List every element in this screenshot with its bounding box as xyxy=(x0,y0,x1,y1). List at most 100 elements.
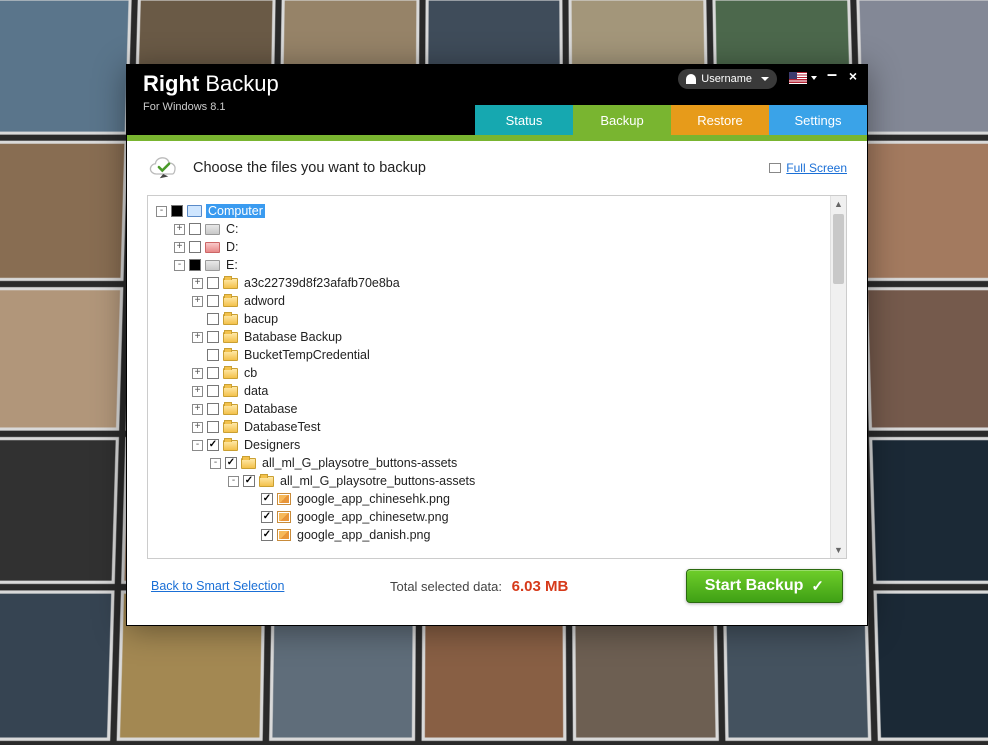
image-file-icon xyxy=(277,529,291,541)
expand-icon[interactable]: + xyxy=(192,278,203,289)
minimize-button[interactable]: – xyxy=(827,64,837,85)
chevron-down-icon xyxy=(811,76,817,80)
checkbox[interactable] xyxy=(189,259,201,271)
folder-icon xyxy=(223,296,238,307)
drive-icon xyxy=(205,242,220,253)
tree-node[interactable]: google_app_chinesetw.png xyxy=(156,508,830,526)
collapse-icon[interactable]: - xyxy=(228,476,239,487)
expand-icon[interactable]: + xyxy=(192,296,203,307)
tree-node-label[interactable]: Designers xyxy=(242,438,302,452)
tree-node-label[interactable]: C: xyxy=(224,222,241,236)
checkbox[interactable] xyxy=(207,439,219,451)
collapse-icon[interactable]: - xyxy=(210,458,221,469)
expand-icon[interactable]: + xyxy=(192,404,203,415)
checkbox[interactable] xyxy=(207,421,219,433)
tree-node-label[interactable]: BucketTempCredential xyxy=(242,348,372,362)
tree-node[interactable]: + Batabase Backup xyxy=(156,328,830,346)
tree-node-label[interactable]: Batabase Backup xyxy=(242,330,344,344)
start-backup-button[interactable]: Start Backup ✓ xyxy=(686,569,843,603)
tab-restore[interactable]: Restore xyxy=(671,105,769,135)
user-menu[interactable]: Username xyxy=(678,69,777,89)
folder-icon xyxy=(241,458,256,469)
tree-node-label[interactable]: cb xyxy=(242,366,259,380)
tree-node-label[interactable]: google_app_chinesetw.png xyxy=(295,510,451,524)
checkbox[interactable] xyxy=(171,205,183,217)
file-tree-panel: - Computer + C: + D: - E: + a3c22739d8f23afafb70e… xyxy=(147,195,847,559)
checkbox[interactable] xyxy=(207,403,219,415)
scroll-thumb[interactable] xyxy=(833,214,844,284)
scroll-up-button[interactable]: ▲ xyxy=(831,196,846,212)
checkbox[interactable] xyxy=(207,313,219,325)
expand-icon[interactable]: + xyxy=(192,368,203,379)
tree-node[interactable]: + data xyxy=(156,382,830,400)
expand-icon[interactable]: + xyxy=(192,332,203,343)
fullscreen-link[interactable]: Full Screen xyxy=(769,161,847,175)
window-header: Right Backup For Windows 8.1 Username – … xyxy=(127,65,867,135)
tree-node[interactable]: - Designers xyxy=(156,436,830,454)
tree-node[interactable]: + a3c22739d8f23afafb70e8ba xyxy=(156,274,830,292)
tree-node[interactable]: + C: xyxy=(156,220,830,238)
checkbox[interactable] xyxy=(243,475,255,487)
scrollbar[interactable]: ▲ ▼ xyxy=(830,196,846,558)
expand-icon[interactable]: + xyxy=(192,422,203,433)
start-backup-label: Start Backup xyxy=(705,577,804,595)
expand-icon[interactable]: + xyxy=(174,242,185,253)
checkbox[interactable] xyxy=(225,457,237,469)
folder-icon xyxy=(259,476,274,487)
tree-node[interactable]: google_app_chinesehk.png xyxy=(156,490,830,508)
tree-node-label[interactable]: a3c22739d8f23afafb70e8ba xyxy=(242,276,402,290)
checkbox[interactable] xyxy=(207,277,219,289)
tree-node[interactable]: bacup xyxy=(156,310,830,328)
tree-node-label[interactable]: bacup xyxy=(242,312,280,326)
tree-node[interactable]: google_app_danish.png xyxy=(156,526,830,544)
checkbox[interactable] xyxy=(207,331,219,343)
tree-node[interactable]: + adword xyxy=(156,292,830,310)
tree-node-label[interactable]: all_ml_G_playsotre_buttons-assets xyxy=(260,456,459,470)
checkbox[interactable] xyxy=(261,511,273,523)
checkbox[interactable] xyxy=(189,241,201,253)
language-flag[interactable] xyxy=(789,72,807,84)
tab-settings[interactable]: Settings xyxy=(769,105,867,135)
tree-node[interactable]: + DatabaseTest xyxy=(156,418,830,436)
brand-bold: Right xyxy=(143,71,199,96)
tree-node[interactable]: + Database xyxy=(156,400,830,418)
tree-node[interactable]: - Computer xyxy=(156,202,830,220)
tree-node-label[interactable]: D: xyxy=(224,240,241,254)
tree-node-label[interactable]: Computer xyxy=(206,204,265,218)
collapse-icon[interactable]: - xyxy=(174,260,185,271)
tree-node[interactable]: - all_ml_G_playsotre_buttons-assets xyxy=(156,454,830,472)
tree-node-label[interactable]: all_ml_G_playsotre_buttons-assets xyxy=(278,474,477,488)
file-tree[interactable]: - Computer + C: + D: - E: + a3c22739d8f23afafb70e… xyxy=(148,196,830,558)
tree-node-label[interactable]: E: xyxy=(224,258,240,272)
folder-icon xyxy=(223,278,238,289)
tree-node-label[interactable]: DatabaseTest xyxy=(242,420,322,434)
scroll-down-button[interactable]: ▼ xyxy=(831,542,846,558)
tree-node-label[interactable]: adword xyxy=(242,294,287,308)
tree-node-label[interactable]: data xyxy=(242,384,270,398)
tree-node[interactable]: + cb xyxy=(156,364,830,382)
collapse-icon[interactable]: - xyxy=(156,206,167,217)
heading-row: Choose the files you want to backup Full… xyxy=(147,155,847,181)
close-button[interactable]: × xyxy=(849,68,857,84)
tab-backup[interactable]: Backup xyxy=(573,105,671,135)
checkbox[interactable] xyxy=(261,529,273,541)
checkbox[interactable] xyxy=(189,223,201,235)
checkbox[interactable] xyxy=(207,385,219,397)
tab-status[interactable]: Status xyxy=(475,105,573,135)
collapse-icon[interactable]: - xyxy=(192,440,203,451)
back-to-smart-selection-link[interactable]: Back to Smart Selection xyxy=(151,579,284,593)
tree-node-label[interactable]: google_app_danish.png xyxy=(295,528,432,542)
tree-node[interactable]: - all_ml_G_playsotre_buttons-assets xyxy=(156,472,830,490)
tree-node-label[interactable]: Database xyxy=(242,402,300,416)
expand-icon[interactable]: + xyxy=(174,224,185,235)
checkbox[interactable] xyxy=(207,295,219,307)
tree-node[interactable]: - E: xyxy=(156,256,830,274)
tree-node[interactable]: + D: xyxy=(156,238,830,256)
expander-spacer xyxy=(246,494,257,505)
tree-node[interactable]: BucketTempCredential xyxy=(156,346,830,364)
checkbox[interactable] xyxy=(207,367,219,379)
tree-node-label[interactable]: google_app_chinesehk.png xyxy=(295,492,452,506)
checkbox[interactable] xyxy=(261,493,273,505)
checkbox[interactable] xyxy=(207,349,219,361)
expand-icon[interactable]: + xyxy=(192,386,203,397)
